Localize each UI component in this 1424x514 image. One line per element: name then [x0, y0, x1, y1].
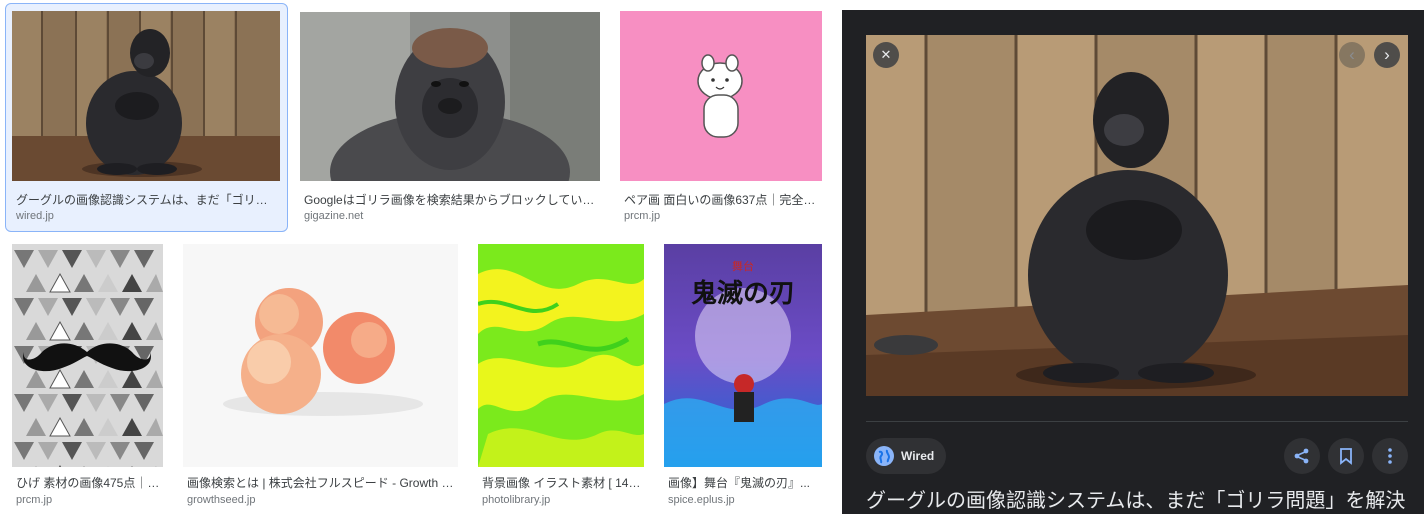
source-chip-wired[interactable]: Wired: [866, 438, 947, 474]
result-title[interactable]: 画像検索とは | 株式会社フルスピード - Growth Seed: [187, 476, 458, 490]
result-source: photolibrary.jp: [482, 494, 551, 506]
result-title[interactable]: ひげ 素材の画像475点｜完全無料画像検索の...: [16, 476, 163, 490]
result-thumbnail[interactable]: 舞台 鬼滅の刃: [664, 244, 822, 467]
result-thumbnail[interactable]: [478, 244, 644, 467]
share-icon[interactable]: [1284, 438, 1320, 474]
chevron-left-icon[interactable]: ‹: [1339, 42, 1365, 68]
next-glyph: ›: [1384, 45, 1390, 64]
result-title[interactable]: 画像】舞台『鬼滅の刃』...: [668, 476, 822, 490]
chevron-right-icon[interactable]: ›: [1374, 42, 1400, 68]
preview-image[interactable]: [866, 35, 1408, 396]
result-card-stage-poster[interactable]: 舞台 鬼滅の刃 画像】舞台『鬼滅の刃』... spice.eplus.jp: [664, 244, 822, 510]
image-results-grid: グーグルの画像認識システムは、まだ「ゴリラ問題」を解決... wired.jp …: [0, 0, 842, 514]
result-card-gorilla-wired[interactable]: グーグルの画像認識システムは、まだ「ゴリラ問題」を解決... wired.jp: [5, 3, 288, 232]
result-title[interactable]: グーグルの画像認識システムは、まだ「ゴリラ問題」を解決...: [16, 193, 272, 207]
result-source: prcm.jp: [624, 210, 661, 222]
result-title[interactable]: Googleはゴリラ画像を検索結果からブロックしている...: [304, 193, 600, 207]
result-source: prcm.jp: [16, 494, 53, 506]
bookmark-icon[interactable]: [1328, 438, 1364, 474]
result-title[interactable]: 背景画像 イラスト素材 [ 1445 ]...: [482, 476, 644, 490]
result-card-mustache[interactable]: ひげ 素材の画像475点｜完全無料画像検索の... prcm.jp: [12, 244, 163, 510]
more-vert-icon[interactable]: [1372, 438, 1408, 474]
result-thumbnail[interactable]: [300, 12, 600, 181]
result-card-gorilla-gigazine[interactable]: Googleはゴリラ画像を検索結果からブロックしている... gigazine.…: [300, 12, 600, 224]
poster-top-text: 舞台: [732, 259, 754, 273]
result-source: growthseed.jp: [187, 494, 256, 506]
result-thumbnail[interactable]: [12, 244, 163, 467]
globe-icon: [874, 446, 894, 466]
result-card-peaches[interactable]: 画像検索とは | 株式会社フルスピード - Growth Seed growth…: [183, 244, 458, 510]
source-name: Wired: [901, 449, 935, 463]
close-icon[interactable]: ✕: [873, 42, 899, 68]
result-card-texture[interactable]: 背景画像 イラスト素材 [ 1445 ]... photolibrary.jp: [478, 244, 644, 510]
divider: [866, 421, 1408, 422]
result-card-pink-bear[interactable]: ペア画 面白いの画像637点｜完全無料画像検索の... prcm.jp: [620, 11, 822, 224]
prev-glyph: ‹: [1349, 45, 1355, 64]
result-title[interactable]: ペア画 面白いの画像637点｜完全無料画像検索の...: [624, 193, 822, 207]
preview-title[interactable]: グーグルの画像認識システムは、まだ「ゴリラ問題」を解決: [866, 488, 1405, 514]
result-thumbnail[interactable]: [620, 11, 822, 181]
result-thumbnail[interactable]: [183, 244, 458, 467]
result-source: spice.eplus.jp: [668, 494, 735, 506]
result-source: gigazine.net: [304, 210, 364, 222]
poster-title-text: 鬼滅の刃: [691, 278, 795, 309]
image-preview-panel: ✕ ‹ › Wired グーグルの画像認識システムは、まだ「ゴリラ問題」を解決: [842, 10, 1424, 514]
result-thumbnail[interactable]: [12, 11, 280, 181]
close-glyph: ✕: [880, 47, 892, 62]
result-source: wired.jp: [16, 210, 54, 222]
